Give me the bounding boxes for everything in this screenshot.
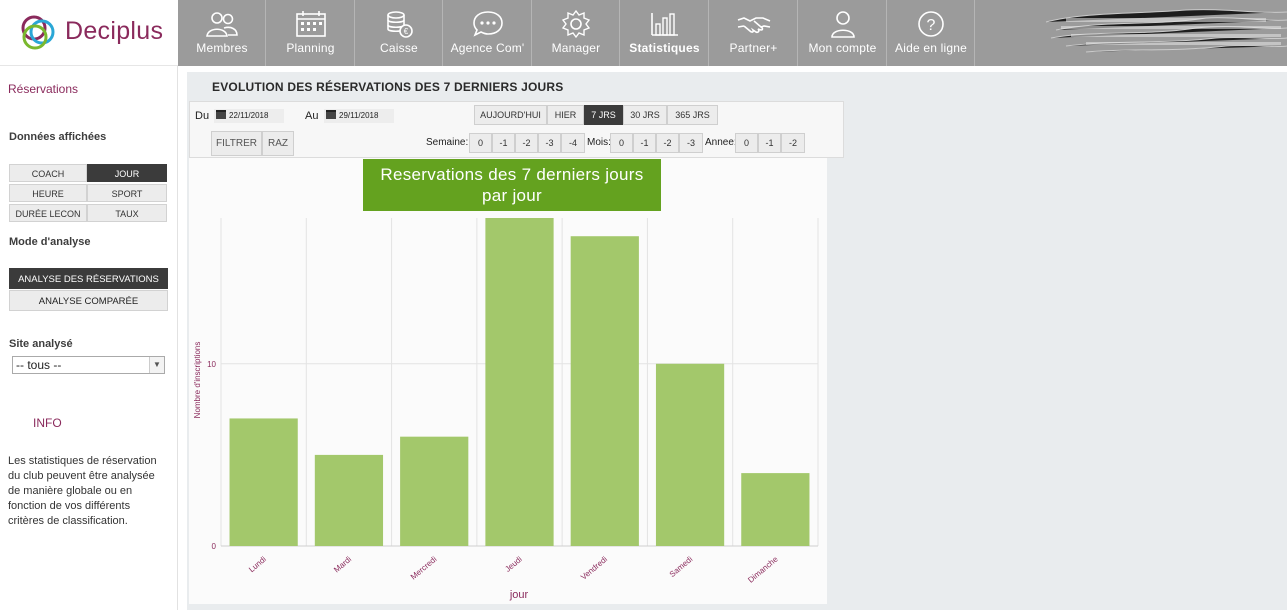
- chart-title-line-1: Reservations des 7 derniers jours: [380, 165, 644, 184]
- bar-mercredi[interactable]: [400, 436, 469, 546]
- bar-samedi[interactable]: [655, 363, 725, 546]
- bar-chart: 0 10 Lundi Mardi Mercredi Jeudi Vendredi Samedi…: [193, 218, 819, 601]
- x-tick-label: Vendredi: [579, 555, 609, 582]
- bar-lundi[interactable]: [229, 418, 298, 546]
- y-tick-label: 10: [207, 360, 216, 369]
- x-tick-label: Mardi: [332, 555, 353, 575]
- bar-mardi[interactable]: [314, 454, 384, 546]
- chart-title: Reservations des 7 derniers jours par jo…: [363, 159, 661, 211]
- y-axis-label: Nombre d'inscriptions: [193, 342, 202, 419]
- bar-jeudi[interactable]: [485, 218, 554, 546]
- x-tick-label: Dimanche: [746, 554, 780, 584]
- y-tick-label: 0: [212, 542, 217, 551]
- bar-vendredi[interactable]: [570, 236, 639, 546]
- x-tick-label: Lundi: [247, 554, 268, 574]
- x-tick-label: Samedi: [668, 554, 695, 578]
- x-tick-label: Mercredi: [409, 554, 439, 581]
- chart-title-line-2: par jour: [481, 186, 543, 205]
- bar-dimanche[interactable]: [741, 473, 810, 546]
- x-tick-label: Jeudi: [503, 554, 524, 573]
- chart-bars: [229, 218, 810, 546]
- x-axis-label: jour: [509, 589, 529, 601]
